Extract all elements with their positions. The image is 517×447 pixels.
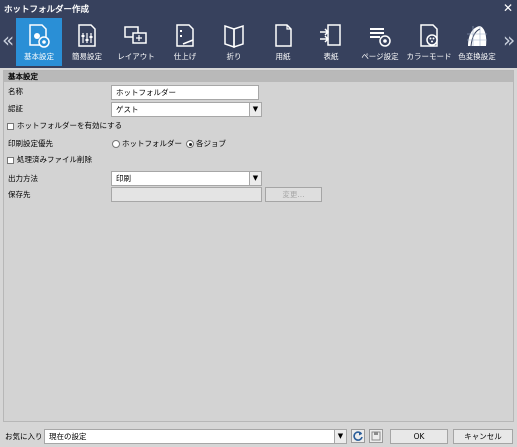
tab-fold-label: 折り [226, 52, 242, 61]
window-title: ホットフォルダー作成 [4, 5, 90, 15]
favorites-label: お気に入り [5, 432, 43, 441]
settings-toolbar: « 基本設定 簡易設定 レイアウト 仕上げ 折り 用紙 表紙 ページ設定 カラー… [0, 17, 517, 68]
refresh-icon[interactable] [351, 429, 365, 443]
tab-quick-settings[interactable]: 簡易設定 [64, 18, 110, 66]
section-title: 基本設定 [4, 71, 513, 82]
toolbar-prev-icon[interactable]: « [2, 29, 14, 51]
save-to-field[interactable] [111, 187, 262, 202]
output-method-value: 印刷 [116, 174, 131, 183]
floppy-glyph [371, 431, 381, 441]
save-to-label: 保存先 [8, 190, 31, 199]
print-priority-label: 印刷設定優先 [8, 139, 53, 148]
save-icon[interactable] [369, 429, 383, 443]
favorites-value: 現在の設定 [49, 432, 87, 441]
basic-settings-icon [29, 24, 50, 48]
tab-color-mode-label: カラーモード [406, 52, 452, 61]
tab-finishing[interactable]: 仕上げ [162, 18, 208, 66]
enable-hotfolder-checkbox[interactable] [7, 123, 14, 130]
tab-color-conversion[interactable]: 色変換設定 [454, 18, 500, 66]
tab-finishing-label: 仕上げ [173, 52, 197, 61]
enable-hotfolder-label: ホットフォルダーを有効にする [17, 121, 123, 130]
name-field[interactable]: ホットフォルダー [111, 85, 259, 100]
footer-bar: お気に入り 現在の設定 ▼ OK キャンセル [0, 425, 517, 447]
delete-processed-checkbox[interactable] [7, 157, 14, 164]
basic-settings-panel: 基本設定 名称 ホットフォルダー 認証 ゲスト ▼ ホットフォルダーを有効にする… [3, 70, 514, 422]
output-method-label: 出力方法 [8, 174, 38, 183]
tab-layout-label: レイアウト [117, 52, 155, 61]
tab-color-mode[interactable]: カラーモード [406, 18, 452, 66]
tab-basic-settings[interactable]: 基本設定 [16, 18, 62, 66]
finishing-icon [176, 24, 194, 47]
tab-cover[interactable]: 表紙 [308, 18, 354, 66]
fold-icon [224, 24, 244, 49]
chevron-down-icon[interactable]: ▼ [334, 430, 346, 443]
radio-each-job[interactable] [186, 140, 194, 148]
tab-cover-label: 表紙 [323, 52, 339, 61]
cover-icon [320, 24, 341, 46]
tab-layout[interactable]: レイアウト [113, 18, 159, 66]
chevron-down-icon[interactable]: ▼ [249, 103, 261, 116]
tab-quick-settings-label: 簡易設定 [72, 52, 102, 61]
color-conversion-icon [467, 26, 487, 47]
ok-button[interactable]: OK [390, 429, 448, 444]
tab-paper[interactable]: 用紙 [260, 18, 306, 66]
paper-icon [275, 24, 292, 47]
cancel-button[interactable]: キャンセル [453, 429, 513, 444]
toolbar-next-icon[interactable]: » [503, 29, 515, 51]
hotfolder-dialog: ホットフォルダー作成 ✕ « 基本設定 簡易設定 レイアウト 仕上げ 折り 用紙… [0, 0, 517, 447]
tab-basic-settings-label: 基本設定 [24, 52, 54, 61]
tab-color-conversion-label: 色変換設定 [458, 52, 496, 61]
page-settings-icon [370, 28, 391, 47]
refresh-glyph [353, 431, 363, 441]
radio-hotfolder[interactable] [112, 140, 120, 148]
name-label: 名称 [8, 87, 23, 96]
quick-settings-icon [78, 24, 96, 47]
change-button[interactable]: 変更... [265, 187, 322, 202]
favorites-dropdown[interactable]: 現在の設定 ▼ [44, 429, 347, 444]
auth-dropdown[interactable]: ゲスト ▼ [111, 102, 262, 117]
title-bar: ホットフォルダー作成 ✕ [0, 0, 517, 17]
close-icon[interactable]: ✕ [503, 1, 513, 15]
radio-hotfolder-label: ホットフォルダー [122, 139, 182, 148]
output-method-dropdown[interactable]: 印刷 ▼ [111, 171, 262, 186]
tab-page-settings[interactable]: ページ設定 [357, 18, 403, 66]
radio-each-job-label: 各ジョブ [196, 139, 226, 148]
delete-processed-label: 処理済みファイル削除 [17, 155, 92, 164]
tab-page-settings-label: ページ設定 [361, 52, 399, 61]
color-mode-icon [420, 24, 438, 47]
chevron-down-icon[interactable]: ▼ [249, 172, 261, 185]
auth-label: 認証 [8, 104, 23, 113]
auth-dropdown-value: ゲスト [116, 105, 139, 114]
tab-paper-label: 用紙 [275, 52, 291, 61]
layout-icon [124, 26, 147, 44]
tab-fold[interactable]: 折り [211, 18, 257, 66]
